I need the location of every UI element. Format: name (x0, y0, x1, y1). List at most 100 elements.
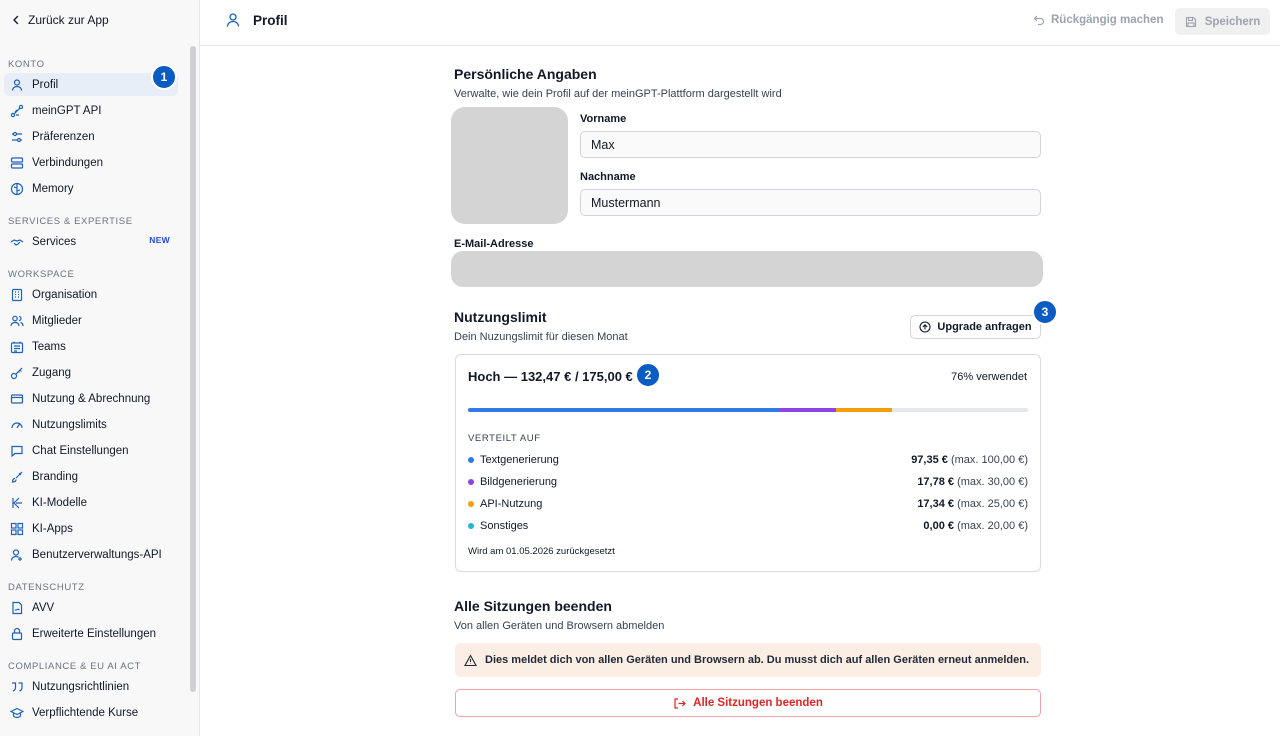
usage-row-amount: 0,00 € (max. 20,00 €) (923, 520, 1028, 532)
sidebar-item-label: Teams (32, 340, 66, 353)
upgrade-label: Upgrade anfragen (937, 321, 1032, 333)
sidebar-item-teams[interactable]: Teams (4, 335, 178, 358)
avatar[interactable] (451, 107, 568, 224)
sidebar-item-label: Memory (32, 182, 74, 195)
usage-row-name: Textgenerierung (480, 454, 559, 466)
sidebar-item-verbindungen[interactable]: Verbindungen (4, 151, 178, 174)
contract-icon (10, 601, 24, 615)
step-marker-3: 3 (1032, 299, 1058, 325)
sidebar-item-verpflichtende-kurse[interactable]: Verpflichtende Kurse (4, 701, 178, 724)
sidebar-item-label: Verpflichtende Kurse (32, 706, 139, 719)
distribution-label: VERTEILT AUF (468, 433, 541, 444)
undo-button[interactable]: Rückgängig machen (1033, 14, 1163, 26)
sidebar-item-label: Mitglieder (32, 314, 82, 327)
section-label-konto: KONTO (8, 59, 45, 70)
sidebar-item-memory[interactable]: Memory (4, 177, 178, 200)
sidebar-item-nutzungsrichtlinien[interactable]: Nutzungsrichtlinien (4, 675, 178, 698)
personal-data-heading: Persönliche Angaben (454, 66, 597, 82)
graduation-cap-icon (10, 706, 24, 720)
section-label-services: SERVICES & EXPERTISE (8, 216, 133, 227)
chat-icon (10, 444, 24, 458)
section-label-workspace: WORKSPACE (8, 269, 75, 280)
first-name-field[interactable]: Max (580, 131, 1041, 158)
usage-card: Hoch — 132,47 € / 175,00 € 76% verwendet… (455, 354, 1041, 572)
page-title: Profil (225, 12, 288, 28)
sidebar-item-label: Branding (32, 470, 79, 483)
section-label-compliance: COMPLIANCE & EU AI ACT (8, 661, 142, 672)
sidebar-item-label: Erweiterte Einstellungen (32, 627, 157, 640)
sidebar-item-zugang[interactable]: Zugang (4, 361, 178, 384)
sidebar-item-label: Nutzung & Abrechnung (32, 392, 151, 405)
sidebar-item-label: Organisation (32, 288, 98, 301)
sidebar-item-ki-modelle[interactable]: KI-Modelle (4, 491, 178, 514)
sidebar-item-label: AVV (32, 601, 55, 614)
save-icon (1185, 16, 1196, 27)
user-icon (10, 78, 24, 92)
sidebar: Zurück zur App KONTO SERVICES & EXPERTIS… (0, 0, 200, 736)
usage-row: Textgenerierung 97,35 € (max. 100,00 €) (468, 452, 1028, 468)
save-button[interactable]: Speichern (1175, 8, 1270, 35)
end-sessions-label: Alle Sitzungen beenden (693, 697, 823, 709)
sessions-description: Von allen Geräten und Browsern abmelden (454, 620, 665, 632)
sidebar-item-label: KI-Apps (32, 522, 73, 535)
usage-row: Bildgenerierung 17,78 € (max. 30,00 €) (468, 474, 1028, 490)
sidebar-item-nutzung-abrechnung[interactable]: Nutzung & Abrechnung (4, 387, 178, 410)
sidebar-item-organisation[interactable]: Organisation (4, 283, 178, 306)
usage-progress-bar (468, 408, 1028, 412)
upgrade-request-button[interactable]: Upgrade anfragen (910, 315, 1041, 339)
sidebar-item-erweiterte-einstellungen[interactable]: Erweiterte Einstellungen (4, 622, 178, 645)
sidebar-item-branding[interactable]: Branding (4, 465, 178, 488)
last-name-field[interactable]: Mustermann (580, 189, 1041, 216)
sidebar-item-label: Nutzungslimits (32, 418, 107, 431)
usage-row: Sonstiges 0,00 € (max. 20,00 €) (468, 518, 1028, 534)
end-all-sessions-button[interactable]: Alle Sitzungen beenden (455, 689, 1041, 717)
gauge-icon (10, 418, 24, 432)
sidebar-item-label: meinGPT API (32, 104, 102, 117)
model-icon (10, 496, 24, 510)
section-label-datenschutz: DATENSCHUTZ (8, 582, 85, 593)
sidebar-item-label: Zugang (32, 366, 72, 379)
usage-bar-segment (836, 408, 892, 412)
building-icon (10, 288, 24, 302)
sessions-warning: Dies meldet dich von allen Geräten und B… (455, 643, 1041, 677)
sliders-icon (10, 130, 24, 144)
warning-icon (464, 653, 477, 666)
sidebar-item-meingpt-api[interactable]: meinGPT API (4, 99, 178, 122)
sidebar-item-label: Services (32, 235, 77, 248)
last-name-label: Nachname (580, 171, 636, 183)
usage-row-name: API-Nutzung (480, 498, 543, 510)
sidebar-item-chat-einstellungen[interactable]: Chat Einstellungen (4, 439, 178, 462)
sidebar-item-avv[interactable]: AVV (4, 596, 178, 619)
users-icon (10, 314, 24, 328)
email-field[interactable] (451, 251, 1043, 287)
sidebar-scrollbar[interactable] (190, 46, 196, 692)
back-to-app-link[interactable]: Zurück zur App (10, 13, 109, 27)
sidebar-item-label: Nutzungsrichtlinien (32, 680, 130, 693)
warning-text: Dies meldet dich von allen Geräten und B… (485, 654, 1030, 666)
undo-label: Rückgängig machen (1051, 14, 1164, 26)
first-name-label: Vorname (580, 113, 627, 125)
legend-dot (468, 501, 474, 507)
personal-data-description: Verwalte, wie dein Profil auf der meinGP… (454, 88, 782, 100)
step-marker-2: 2 (635, 362, 661, 388)
usage-percent: 76% verwendet (951, 371, 1027, 383)
usage-bar-segment (779, 408, 837, 412)
legend-dot (468, 523, 474, 529)
quote-icon (10, 680, 24, 694)
sidebar-item-label: Profil (32, 78, 59, 91)
sidebar-item-benutzerverwaltungs-api[interactable]: Benutzerverwaltungs-API (4, 543, 178, 566)
sidebar-item-mitglieder[interactable]: Mitglieder (4, 309, 178, 332)
sidebar-item-praeferenzen[interactable]: Präferenzen (4, 125, 178, 148)
sidebar-item-label: Präferenzen (32, 130, 95, 143)
usage-row: API-Nutzung 17,34 € (max. 25,00 €) (468, 496, 1028, 512)
sidebar-item-services[interactable]: Services NEW (4, 230, 178, 253)
sidebar-item-nutzungslimits[interactable]: Nutzungslimits (4, 413, 178, 436)
lock-icon (10, 627, 24, 641)
sidebar-item-label: Verbindungen (32, 156, 103, 169)
page-title-label: Profil (253, 12, 288, 28)
user-icon (226, 13, 240, 27)
sidebar-item-ki-apps[interactable]: KI-Apps (4, 517, 178, 540)
sidebar-item-label: Chat Einstellungen (32, 444, 129, 457)
reset-note: Wird am 01.05.2026 zurückgesetzt (468, 546, 615, 557)
usage-row-name: Sonstiges (480, 520, 529, 532)
